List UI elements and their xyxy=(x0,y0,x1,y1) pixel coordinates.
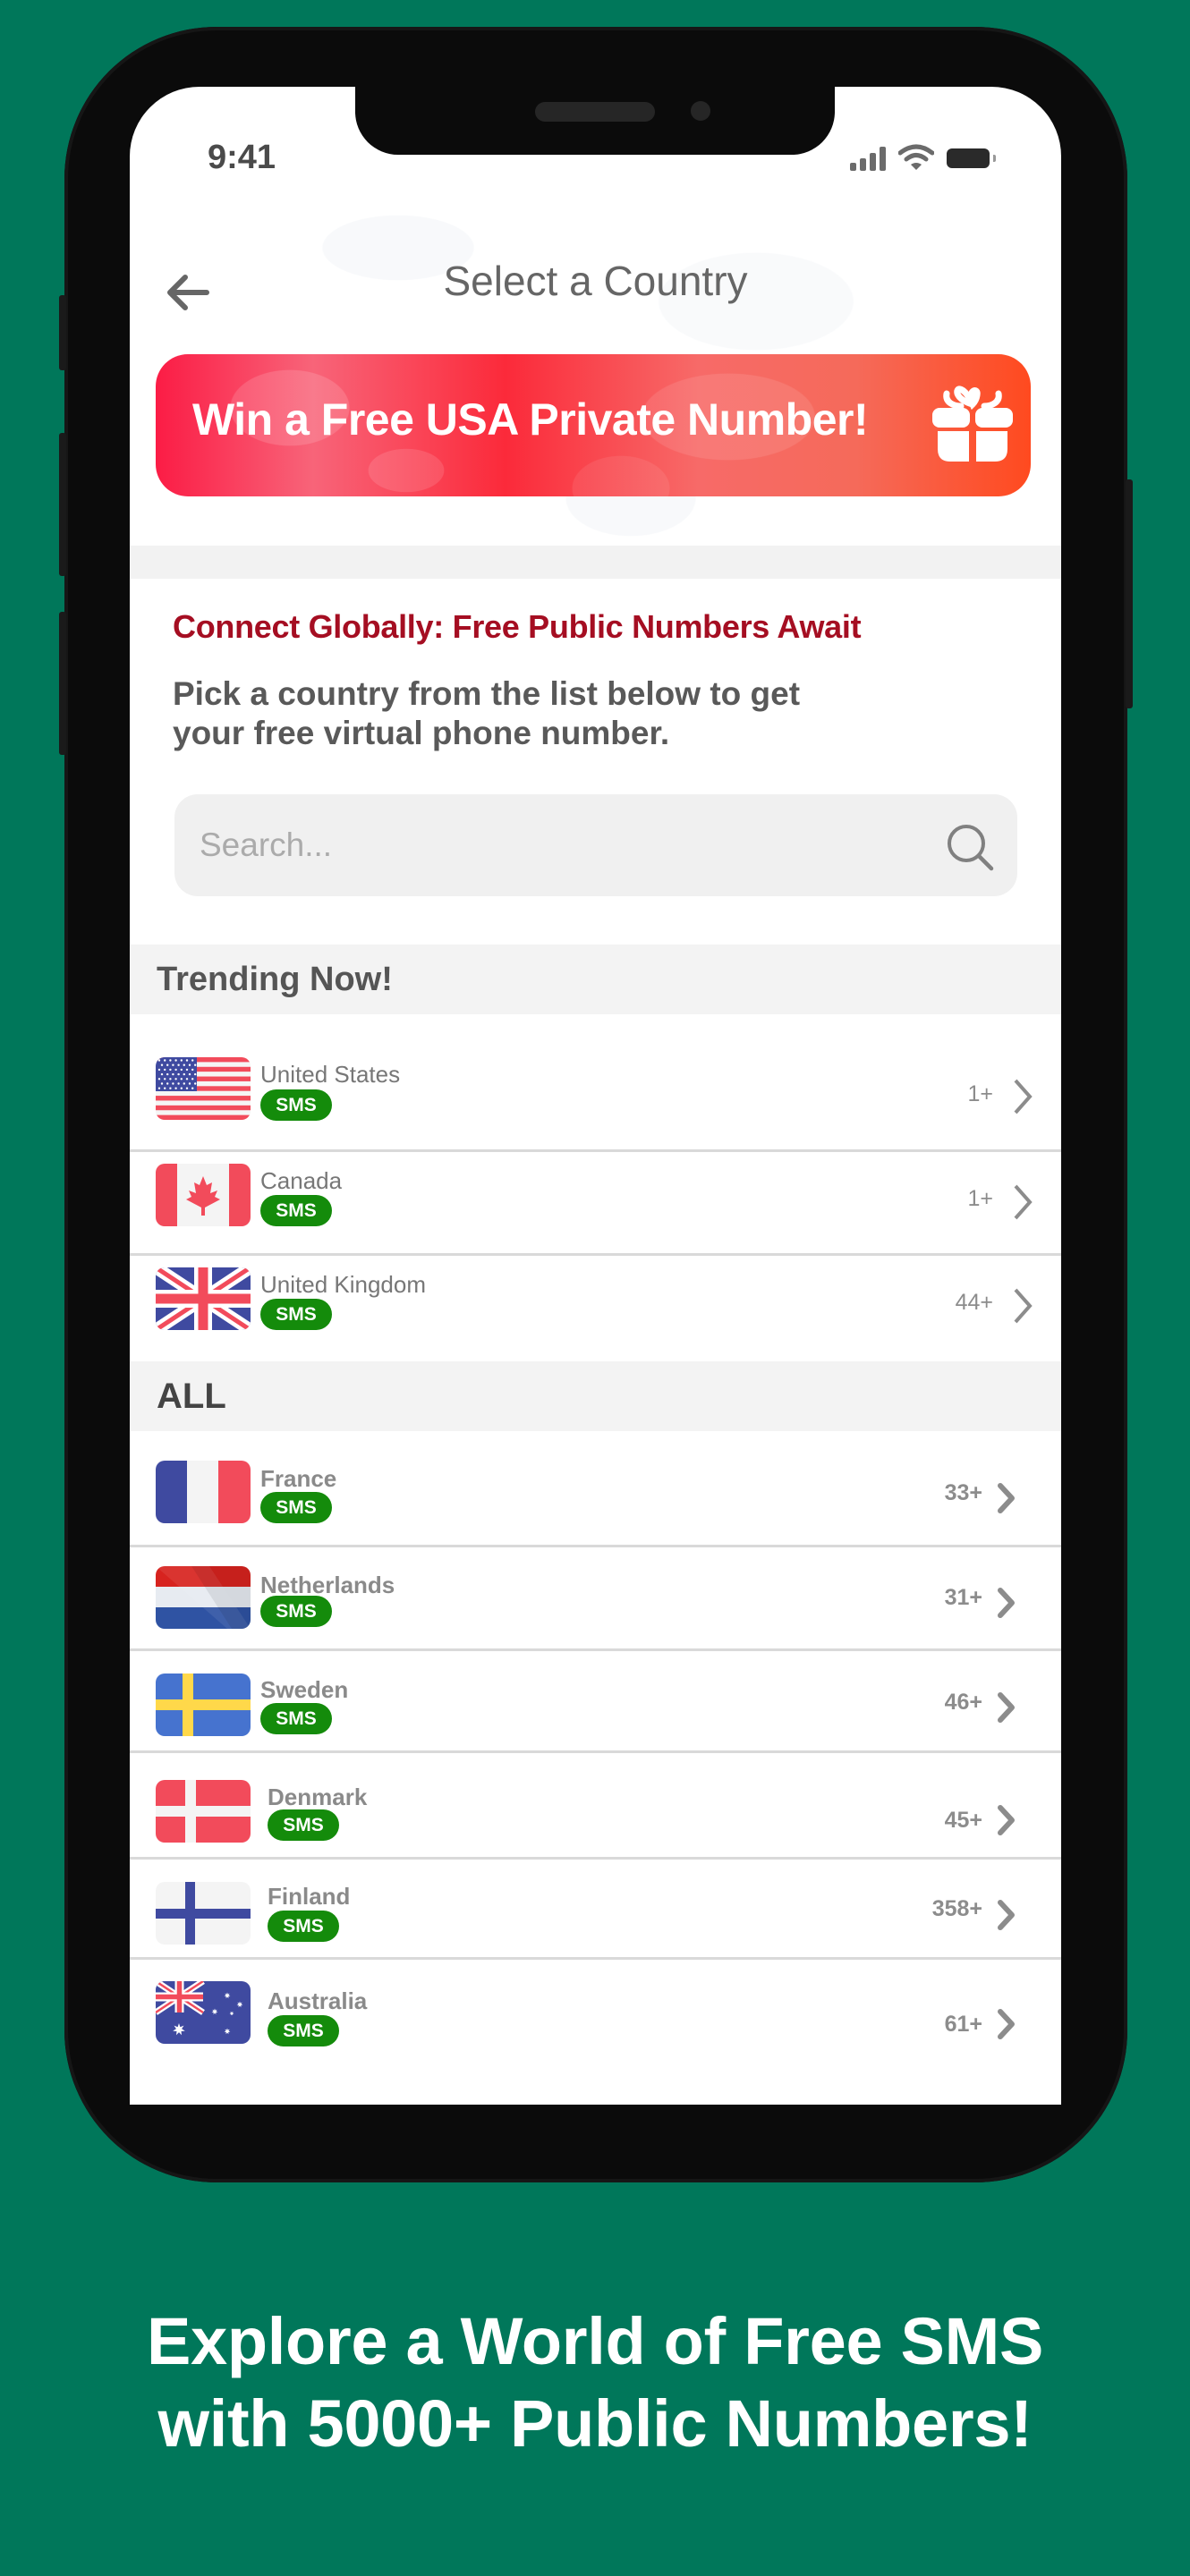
search-field[interactable] xyxy=(174,794,1017,896)
country-row[interactable]: Netherlands SMS 31+ xyxy=(130,1547,1061,1648)
country-name: Sweden xyxy=(260,1676,349,1703)
gift-icon xyxy=(932,386,1013,462)
sms-badge: SMS xyxy=(260,1703,332,1734)
chevron-right-icon[interactable] xyxy=(1013,1078,1033,1120)
number-count: 1+ xyxy=(967,1186,993,1211)
country-name: Australia xyxy=(268,1987,368,2014)
dk-flag-icon xyxy=(156,1780,251,1843)
number-count: 358+ xyxy=(931,1896,982,1921)
country-row[interactable]: Canada SMS 1+ xyxy=(130,1152,1061,1253)
nl-flag-icon xyxy=(156,1566,251,1629)
phone-volume-up xyxy=(59,433,66,576)
phone-power-button xyxy=(1126,479,1133,708)
chevron-right-icon[interactable] xyxy=(997,1587,1016,1623)
chevron-right-icon[interactable] xyxy=(997,1899,1016,1936)
wifi-icon xyxy=(898,144,934,170)
country-name: United Kingdom xyxy=(260,1271,426,1298)
country-row[interactable]: Australia SMS 61+ xyxy=(130,1960,1061,2085)
sms-badge: SMS xyxy=(260,1299,332,1330)
phone-silent-switch xyxy=(59,295,66,370)
chevron-right-icon[interactable] xyxy=(1013,1287,1033,1329)
search-input[interactable] xyxy=(174,794,944,896)
app-screen: 9:41 Select a Country Win a Free USA Pri… xyxy=(130,87,1061,2105)
chevron-right-icon[interactable] xyxy=(997,2008,1016,2045)
phone-speaker xyxy=(535,102,655,122)
us-flag-icon xyxy=(156,1057,251,1120)
number-count: 1+ xyxy=(967,1081,993,1106)
number-count: 61+ xyxy=(944,2012,982,2037)
country-row[interactable]: Denmark SMS 45+ xyxy=(130,1753,1061,1857)
marketing-caption: Explore a World of Free SMS with 5000+ P… xyxy=(0,2301,1190,2465)
section-separator xyxy=(130,546,1061,579)
trending-title: Trending Now! xyxy=(157,960,393,998)
se-flag-icon xyxy=(156,1674,251,1736)
phone-camera xyxy=(691,101,710,121)
country-name: France xyxy=(260,1465,337,1492)
chevron-right-icon[interactable] xyxy=(997,1482,1016,1519)
sms-badge: SMS xyxy=(260,1492,332,1523)
chevron-right-icon[interactable] xyxy=(1013,1183,1033,1225)
number-count: 44+ xyxy=(955,1290,993,1315)
chevron-right-icon[interactable] xyxy=(997,1804,1016,1841)
all-section-header: ALL xyxy=(130,1361,1061,1431)
country-row[interactable]: France SMS 33+ xyxy=(130,1431,1061,1545)
gb-flag-icon xyxy=(156,1267,251,1330)
sms-badge: SMS xyxy=(260,1596,332,1627)
sms-badge: SMS xyxy=(268,2015,339,2046)
country-row[interactable]: Sweden SMS 46+ xyxy=(130,1651,1061,1750)
au-flag-icon xyxy=(156,1981,251,2044)
number-count: 31+ xyxy=(944,1585,982,1610)
number-count: 45+ xyxy=(944,1808,982,1833)
country-name: Canada xyxy=(260,1167,343,1194)
number-count: 46+ xyxy=(944,1690,982,1715)
chevron-right-icon[interactable] xyxy=(997,1691,1016,1728)
promo-description: Pick a country from the list below to ge… xyxy=(173,675,801,751)
country-row[interactable]: Finland SMS 358+ xyxy=(130,1860,1061,1957)
trending-section-header: Trending Now! xyxy=(130,945,1061,1014)
caption-line-1: Explore a World of Free SMS xyxy=(146,2304,1044,2378)
promo-heading: Connect Globally: Free Public Numbers Aw… xyxy=(173,608,862,645)
sms-badge: SMS xyxy=(268,1911,339,1942)
ca-flag-icon xyxy=(156,1164,251,1226)
status-time: 9:41 xyxy=(208,139,276,176)
all-title: ALL xyxy=(157,1376,226,1416)
sms-badge: SMS xyxy=(260,1195,332,1226)
country-name: Finland xyxy=(268,1883,351,1910)
page-title: Select a Country xyxy=(443,258,748,304)
banner-text: Win a Free USA Private Number! xyxy=(192,394,869,445)
sms-badge: SMS xyxy=(260,1089,332,1121)
cellular-signal-icon xyxy=(850,146,886,171)
country-row[interactable]: United States SMS 1+ xyxy=(130,1014,1061,1149)
fi-flag-icon xyxy=(156,1882,251,1945)
caption-line-2: with 5000+ Public Numbers! xyxy=(157,2386,1033,2461)
phone-volume-down xyxy=(59,612,66,755)
promo-banner[interactable]: Win a Free USA Private Number! xyxy=(156,354,1031,496)
status-icons xyxy=(850,140,996,171)
sms-badge: SMS xyxy=(268,1809,339,1841)
fr-flag-icon xyxy=(156,1461,251,1523)
number-count: 33+ xyxy=(944,1480,982,1505)
search-icon[interactable] xyxy=(944,821,996,873)
battery-icon xyxy=(947,148,996,168)
country-name: United States xyxy=(260,1061,401,1088)
country-name: Denmark xyxy=(268,1784,368,1810)
